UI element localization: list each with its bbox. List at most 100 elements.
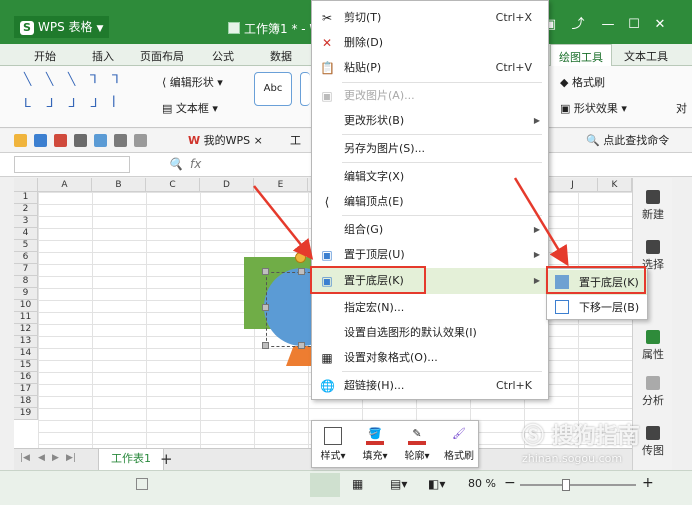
- menu-item-paste[interactable]: 📋 粘贴(P) Ctrl+V: [312, 55, 548, 81]
- column-header[interactable]: C: [146, 178, 200, 192]
- row-header[interactable]: 16: [14, 372, 38, 384]
- find-command[interactable]: 🔍 点此查找命令: [586, 132, 669, 148]
- zoom-slider[interactable]: [520, 484, 636, 486]
- menu-item-cut[interactable]: ✂ 剪切(T) Ctrl+X: [312, 5, 548, 31]
- shape-effect-button[interactable]: ▣ 形状效果 ▾: [560, 100, 627, 116]
- tab-my-wps[interactable]: W 我的WPS ×: [188, 132, 263, 148]
- minimize-button[interactable]: —: [598, 16, 618, 34]
- menu-item-edit-points[interactable]: ⟨ 编辑顶点(E): [312, 189, 548, 215]
- row-header[interactable]: 13: [14, 336, 38, 348]
- column-header[interactable]: E: [254, 178, 308, 192]
- search-function-icon[interactable]: 🔍: [168, 157, 183, 171]
- sheet-tab[interactable]: 工作表1: [98, 449, 164, 471]
- resize-handle[interactable]: [262, 268, 269, 275]
- shape-style-abc-2[interactable]: [300, 72, 310, 106]
- fx-icon[interactable]: fx: [190, 157, 201, 171]
- tab-page-layout[interactable]: 页面布局: [140, 48, 184, 64]
- tab-insert[interactable]: 插入: [92, 48, 114, 64]
- format-painter-mini-button[interactable]: 🖌 格式刷: [438, 421, 480, 469]
- page-layout-view-icon[interactable]: ▦: [352, 477, 363, 491]
- column-header[interactable]: K: [598, 178, 632, 192]
- prev-sheet-icon[interactable]: ◀: [38, 453, 45, 463]
- menu-item-hyperlink[interactable]: 🌐 超链接(H)... Ctrl+K: [312, 373, 548, 399]
- shape-gallery[interactable]: ╲ ╲ ╲ ⅂ ⅂ ᒪᒧᒧᒧꟾ: [24, 72, 144, 120]
- column-header[interactable]: A: [38, 178, 92, 192]
- row-header[interactable]: 11: [14, 312, 38, 324]
- menu-item-save-as-picture[interactable]: 另存为图片(S)...: [312, 136, 548, 162]
- tab-workbook[interactable]: 工: [290, 132, 301, 148]
- row-header[interactable]: 7: [14, 264, 38, 276]
- row-header[interactable]: 14: [14, 348, 38, 360]
- edit-shape-button[interactable]: ⟨ 编辑形状 ▾: [162, 74, 223, 90]
- row-header[interactable]: 1: [14, 192, 38, 204]
- menu-item-format-object[interactable]: ▦ 设置对象格式(O)...: [312, 345, 548, 371]
- open-icon[interactable]: [14, 134, 27, 147]
- reading-mode-icon[interactable]: ◧▾: [428, 477, 445, 491]
- tab-formula[interactable]: 公式: [212, 48, 234, 64]
- row-header[interactable]: 15: [14, 360, 38, 372]
- zoom-in-button[interactable]: +: [642, 475, 654, 491]
- save-icon[interactable]: [34, 134, 47, 147]
- row-header[interactable]: 3: [14, 216, 38, 228]
- rotation-handle[interactable]: [295, 252, 306, 263]
- column-header[interactable]: B: [92, 178, 146, 192]
- tab-start[interactable]: 开始: [34, 48, 56, 64]
- print-preview-icon[interactable]: [94, 134, 107, 147]
- next-sheet-icon[interactable]: ▶: [52, 453, 59, 463]
- row-header[interactable]: 10: [14, 300, 38, 312]
- row-header[interactable]: 8: [14, 276, 38, 288]
- menu-item-edit-text[interactable]: 编辑文字(X): [312, 164, 548, 190]
- close-button[interactable]: ✕: [650, 16, 670, 34]
- format-painter-button[interactable]: ◆ 格式刷: [560, 74, 605, 90]
- outline-button[interactable]: ✎ 轮廓▾: [396, 421, 438, 469]
- row-header[interactable]: 19: [14, 408, 38, 420]
- resize-handle[interactable]: [298, 342, 305, 349]
- menu-item-change-shape[interactable]: 更改形状(B) ▶: [312, 108, 548, 134]
- menu-item-group[interactable]: 组合(G) ▶: [312, 217, 548, 243]
- menu-item-default-effect[interactable]: 设置自选图形的默认效果(I): [312, 320, 548, 346]
- tab-drawing-tools[interactable]: 绘图工具: [550, 44, 612, 66]
- fill-button[interactable]: 🪣 填充▾: [354, 421, 396, 469]
- submenu-item-send-backward[interactable]: 下移一层(B): [547, 295, 647, 320]
- text-box-button[interactable]: ▤ 文本框 ▾: [162, 100, 218, 116]
- normal-view-button[interactable]: [310, 473, 340, 497]
- tab-text-tools[interactable]: 文本工具: [624, 48, 668, 64]
- undo-icon[interactable]: [114, 134, 127, 147]
- add-sheet-button[interactable]: +: [160, 450, 173, 468]
- column-header[interactable]: D: [200, 178, 254, 192]
- shape-style-abc-1[interactable]: Abc: [254, 72, 292, 106]
- pane-properties[interactable]: 属性: [635, 330, 671, 362]
- resize-handle[interactable]: [262, 342, 269, 349]
- more-icon[interactable]: [134, 134, 147, 147]
- column-header[interactable]: J: [548, 178, 598, 192]
- row-header[interactable]: 18: [14, 396, 38, 408]
- row-header[interactable]: 5: [14, 240, 38, 252]
- print-icon[interactable]: [74, 134, 87, 147]
- pane-send-picture[interactable]: 传图: [635, 426, 671, 458]
- menu-item-assign-macro[interactable]: 指定宏(N)...: [312, 295, 548, 321]
- page-break-view-icon[interactable]: ▤▾: [390, 477, 407, 491]
- row-header[interactable]: 2: [14, 204, 38, 216]
- export-pdf-icon[interactable]: [54, 134, 67, 147]
- maximize-button[interactable]: ☐: [624, 16, 644, 34]
- row-header[interactable]: 6: [14, 252, 38, 264]
- zoom-slider-knob[interactable]: [562, 479, 571, 491]
- name-box[interactable]: [14, 156, 130, 173]
- align-button[interactable]: 对: [676, 100, 687, 116]
- pane-new[interactable]: 新建: [635, 190, 671, 222]
- row-header[interactable]: 9: [14, 288, 38, 300]
- row-header[interactable]: 12: [14, 324, 38, 336]
- zoom-out-button[interactable]: −: [504, 475, 516, 491]
- row-header[interactable]: 4: [14, 228, 38, 240]
- select-all-corner[interactable]: [14, 178, 38, 192]
- pin-icon[interactable]: ⤴: [568, 16, 588, 34]
- resize-handle[interactable]: [262, 304, 269, 311]
- resize-handle[interactable]: [298, 268, 305, 275]
- style-button[interactable]: 样式▾: [312, 421, 354, 469]
- menu-item-delete[interactable]: ✕ 删除(D): [312, 30, 548, 56]
- wps-app-menu[interactable]: S WPS 表格 ▼: [14, 16, 110, 38]
- pane-analyze[interactable]: 分析: [635, 376, 671, 408]
- tab-data[interactable]: 数据: [270, 48, 292, 64]
- row-header[interactable]: 17: [14, 384, 38, 396]
- menu-item-bring-to-front[interactable]: ▣ 置于顶层(U) ▶: [312, 242, 548, 268]
